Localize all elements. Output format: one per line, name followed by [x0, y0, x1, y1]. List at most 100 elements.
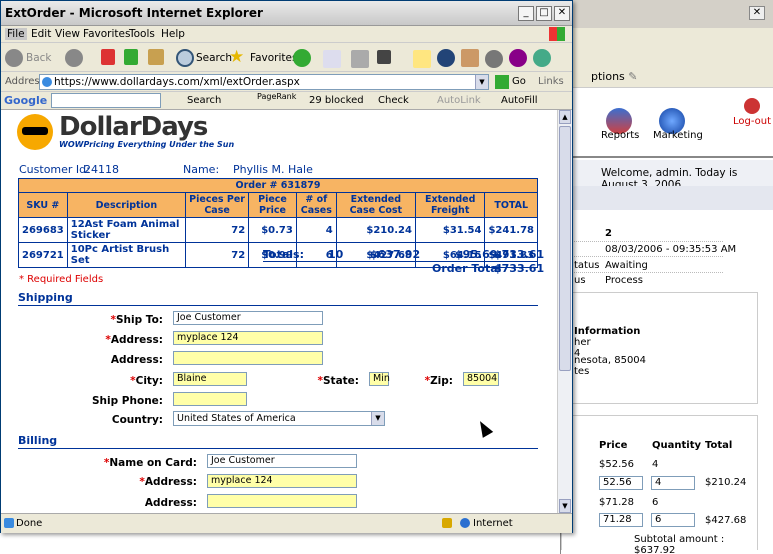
row1-price-input[interactable]: 52.56 — [599, 476, 643, 490]
chat-icon[interactable] — [485, 50, 503, 68]
refresh-icon[interactable] — [124, 49, 138, 65]
col-description: Description — [66, 192, 186, 218]
vertical-scrollbar[interactable]: ▲ ▼ — [557, 110, 572, 513]
city-label: *City: — [130, 375, 163, 387]
go-icon[interactable] — [495, 75, 509, 89]
maximize-button[interactable]: □ — [536, 6, 552, 21]
pagerank-button[interactable]: PageRank — [257, 92, 296, 101]
logout-link[interactable]: Log-out — [733, 116, 771, 127]
links-button[interactable]: Links — [538, 76, 564, 87]
autofill-button[interactable]: AutoFill — [501, 95, 538, 106]
yahoo-icon[interactable] — [509, 49, 527, 67]
back-icon[interactable] — [5, 49, 23, 67]
card-name-input[interactable]: Joe Customer — [207, 454, 357, 468]
menu-file[interactable]: File — [5, 28, 27, 40]
row2-qty-input[interactable]: 6 — [651, 513, 695, 527]
plugin-icon[interactable] — [533, 49, 551, 67]
window-title: ExtOrder - Microsoft Internet Explorer — [5, 6, 263, 20]
scroll-thumb[interactable] — [559, 126, 571, 371]
bill-address2-input[interactable] — [207, 494, 357, 508]
spellcheck-button[interactable]: Check — [378, 95, 409, 106]
col-price: Price — [599, 440, 628, 451]
info-line-1: her — [574, 337, 591, 348]
row1-qty-input[interactable]: 4 — [651, 476, 695, 490]
ship-phone-input[interactable] — [173, 392, 247, 406]
ship-to-input[interactable]: Joe Customer — [173, 311, 323, 325]
popup-blocker[interactable]: 29 blocked — [309, 95, 364, 106]
address1-input[interactable]: myplace 124 — [173, 331, 323, 345]
autolink-button[interactable]: AutoLink — [437, 95, 481, 106]
order-total: $733.61 — [494, 262, 545, 275]
go-button[interactable]: Go — [512, 76, 526, 87]
status-text: Done — [16, 518, 43, 529]
reports-link[interactable]: Reports — [601, 130, 639, 141]
info-panel: Information her 4 nesota, 85004 tes — [561, 292, 758, 404]
discuss-icon[interactable] — [413, 50, 431, 68]
sku: 269721 — [18, 242, 68, 268]
col-pieces-per-case: Pieces Per Case — [184, 192, 250, 218]
sku: 269683 — [18, 217, 68, 243]
ship-to-label: *Ship To: — [110, 314, 164, 326]
bill-address1-input[interactable]: myplace 124 — [207, 474, 357, 488]
menu-edit[interactable]: Edit — [31, 28, 51, 40]
search-button[interactable]: Search — [196, 52, 232, 64]
forward-icon[interactable] — [65, 49, 83, 67]
address-dropdown-icon[interactable]: ▼ — [475, 75, 488, 89]
google-search-input[interactable] — [51, 93, 161, 108]
google-logo[interactable]: Google — [4, 94, 47, 107]
pieces-per-case: 72 — [184, 242, 250, 268]
close-button[interactable]: ✕ — [554, 6, 570, 21]
address2-input[interactable] — [173, 351, 323, 365]
city-input[interactable]: Blaine — [173, 372, 247, 386]
col-sku: SKU # — [18, 192, 68, 218]
marketing-link[interactable]: Marketing — [653, 130, 703, 141]
order-count: 2 — [605, 228, 612, 239]
stop-icon[interactable] — [101, 49, 115, 65]
mail-icon[interactable] — [323, 50, 341, 68]
country-select[interactable]: United States of America ▼ — [173, 411, 385, 426]
research-icon[interactable] — [461, 49, 479, 67]
options-label[interactable]: ptions — [591, 70, 625, 83]
zip-text: Zip: — [430, 375, 453, 387]
menu-view[interactable]: View — [55, 28, 80, 40]
edit-icon[interactable] — [377, 50, 391, 64]
menu-tools[interactable]: Tools — [129, 28, 155, 40]
city-text: City: — [135, 375, 163, 387]
col-ext-freight: Extended Freight — [414, 192, 486, 218]
logout-icon[interactable] — [744, 98, 760, 114]
address1-text: Address: — [110, 334, 163, 346]
print-icon[interactable] — [351, 50, 369, 68]
scroll-down-icon[interactable]: ▼ — [559, 499, 571, 513]
piece-price: $0.73 — [248, 217, 297, 243]
favorites-button[interactable]: Favorites — [250, 52, 297, 64]
back-button[interactable]: Back — [26, 52, 52, 64]
close-icon[interactable]: ✕ — [749, 6, 765, 20]
description: 12Ast Foam Animal Sticker — [66, 217, 186, 243]
address-bar: Address https://www.dollardays.com/xml/e… — [1, 72, 572, 92]
address1-label: *Address: — [105, 334, 163, 346]
google-search-button[interactable]: Search — [187, 95, 221, 106]
zip-input[interactable]: 85004 — [463, 372, 499, 386]
address2-label: Address: — [110, 354, 163, 366]
scroll-up-icon[interactable]: ▲ — [559, 110, 571, 124]
state-input[interactable]: Min — [369, 372, 390, 386]
page-icon — [42, 77, 52, 87]
process-label: us — [574, 275, 586, 286]
history-icon[interactable] — [293, 49, 311, 67]
minimize-button[interactable]: _ — [518, 6, 534, 21]
windows-logo-icon — [549, 27, 565, 41]
col-quantity: Quantity — [652, 440, 701, 451]
messenger-icon[interactable] — [437, 49, 455, 67]
chevron-down-icon[interactable]: ▼ — [371, 412, 384, 425]
menu-help[interactable]: Help — [161, 28, 185, 40]
home-icon[interactable] — [148, 49, 164, 65]
row2-price-input[interactable]: 71.28 — [599, 513, 643, 527]
favorites-star-icon[interactable]: ★ — [229, 47, 244, 67]
state-text: State: — [322, 375, 359, 387]
menu-favorites[interactable]: Favorites — [83, 28, 130, 40]
totals-cases: 10 — [328, 248, 344, 261]
search-icon[interactable] — [176, 49, 194, 67]
background-titlebar: ✕ — [561, 0, 773, 28]
address-input[interactable]: https://www.dollardays.com/xml/extOrder.… — [39, 74, 489, 90]
ship-phone-label: Ship Phone: — [92, 395, 163, 407]
